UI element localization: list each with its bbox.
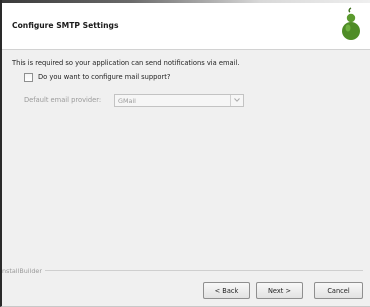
intro-text: This is required so your application can…	[12, 59, 240, 67]
page-title: Configure SMTP Settings	[12, 21, 119, 30]
cancel-button[interactable]: Cancel	[314, 282, 363, 299]
mail-support-label: Do you want to configure mail support?	[38, 73, 171, 81]
provider-row: Default email provider: GMail	[24, 93, 244, 107]
provider-select-value: GMail	[118, 96, 136, 105]
footer-separator	[45, 270, 363, 271]
provider-select[interactable]: GMail	[114, 93, 244, 107]
wizard-header: Configure SMTP Settings	[2, 3, 370, 50]
mail-support-option[interactable]: Do you want to configure mail support?	[24, 71, 170, 83]
back-button[interactable]: < Back	[203, 282, 250, 299]
provider-label: Default email provider:	[24, 96, 102, 104]
gourd-logo-icon	[342, 7, 360, 40]
chevron-down-icon[interactable]	[230, 94, 243, 106]
installer-window: Configure SMTP Settings This is required…	[0, 0, 370, 307]
mail-support-checkbox[interactable]	[24, 72, 33, 82]
installbuilder-brand: nstallBuilder	[2, 267, 42, 275]
next-button[interactable]: Next >	[256, 282, 303, 299]
